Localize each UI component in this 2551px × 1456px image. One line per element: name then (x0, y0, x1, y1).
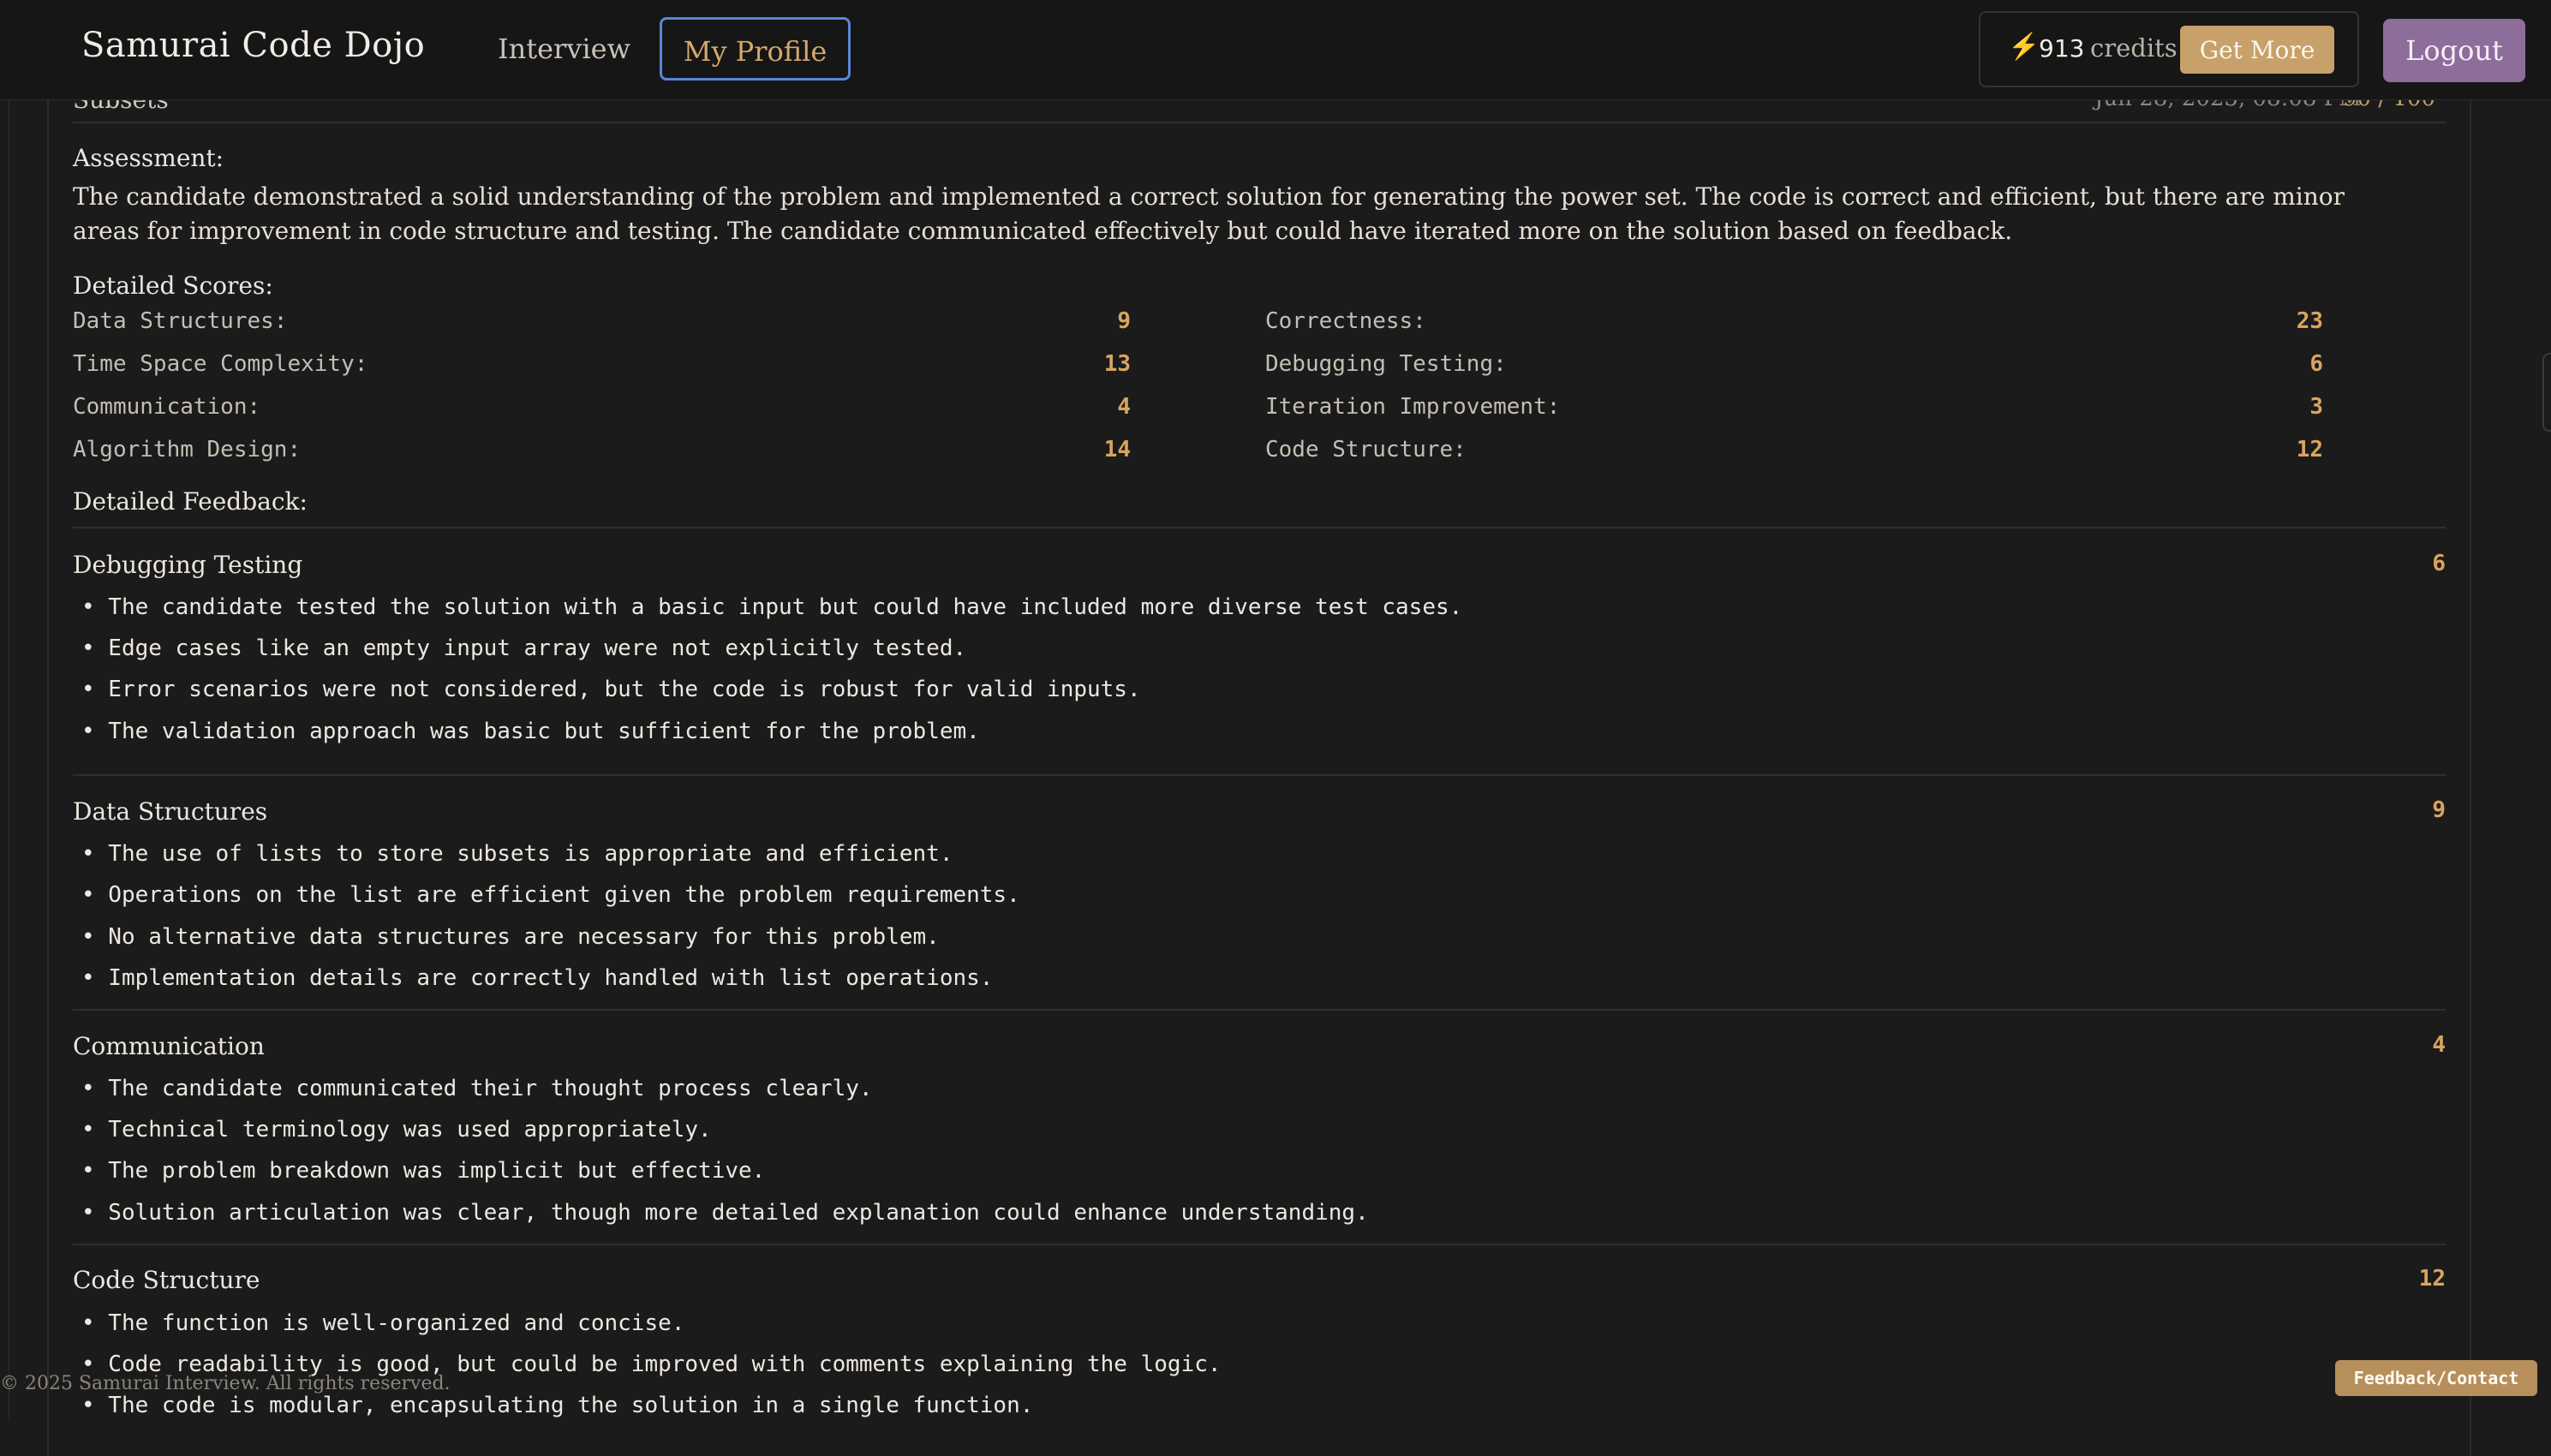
score-label: Code Structure: (1265, 437, 1467, 462)
logout-button[interactable]: Logout (2383, 19, 2525, 82)
feedback-item: • Operations on the list are efficient g… (81, 882, 1020, 908)
feedback-section-score: 4 (2432, 1032, 2446, 1058)
credits-label: credits (2090, 33, 2178, 63)
credits-amount: 913 (2039, 34, 2085, 63)
feedback-item: • No alternative data structures are nec… (81, 924, 940, 950)
feedback-item: • The problem breakdown was implicit but… (81, 1158, 766, 1184)
feedback-section-title: Code Structure (73, 1266, 260, 1294)
feedback-item: • The candidate tested the solution with… (81, 594, 1463, 620)
score-value: 4 (1117, 394, 1131, 420)
feedback-section-title: Debugging Testing (73, 551, 303, 579)
score-label: Iteration Improvement: (1265, 394, 1561, 420)
feedback-item: • Error scenarios were not considered, b… (81, 677, 1141, 702)
detailed-scores-label: Detailed Scores: (73, 272, 273, 300)
feedback-item: • The use of lists to store subsets is a… (81, 841, 953, 867)
nav-my-profile[interactable]: My Profile (660, 17, 851, 81)
feedback-section-score: 9 (2432, 797, 2446, 823)
score-label: Data Structures: (73, 308, 288, 334)
score-label: Algorithm Design: (73, 437, 302, 462)
divider (73, 1244, 2446, 1245)
lightning-icon: ⚡ (2008, 32, 2040, 62)
score-label: Communication: (73, 394, 261, 420)
feedback-item: • Edge cases like an empty input array w… (81, 636, 967, 661)
feedback-item: • The validation approach was basic but … (81, 719, 980, 744)
score-label: Time Space Complexity: (73, 351, 368, 377)
score-label: Correctness: (1265, 308, 1426, 334)
get-more-button[interactable]: Get More (2180, 26, 2334, 74)
score-label: Debugging Testing: (1265, 351, 1507, 377)
feedback-section-title: Communication (73, 1032, 265, 1060)
footer-copyright: © 2025 Samurai Interview. All rights res… (0, 1373, 451, 1394)
score-value: 3 (2309, 394, 2323, 420)
top-nav: Samurai Code Dojo Interview My Profile ⚡… (0, 0, 2551, 100)
feedback-item: • The function is well-organized and con… (81, 1310, 685, 1336)
feedback-item: • Implementation details are correctly h… (81, 965, 994, 991)
score-value: 13 (1103, 351, 1131, 377)
score-value: 6 (2309, 351, 2323, 377)
divider (73, 527, 2446, 528)
feedback-contact-button[interactable]: Feedback/Contact (2335, 1360, 2537, 1396)
feedback-section-score: 6 (2432, 551, 2446, 576)
credits-panel: ⚡ 913 credits Get More (1979, 11, 2359, 87)
score-value: 23 (2296, 308, 2323, 334)
feedback-item: • The candidate communicated their thoug… (81, 1076, 873, 1101)
brand-logo[interactable]: Samurai Code Dojo (81, 26, 425, 65)
score-value: 14 (1103, 437, 1131, 462)
interview-result-card (47, 86, 2471, 1456)
nav-interview[interactable]: Interview (472, 17, 656, 81)
feedback-section-score: 12 (2418, 1266, 2446, 1292)
assessment-text: The candidate demonstrated a solid under… (73, 182, 2345, 245)
feedback-item: • Technical terminology was used appropr… (81, 1117, 712, 1143)
feedback-section-title: Data Structures (73, 797, 268, 826)
divider (73, 774, 2446, 776)
score-value: 9 (1117, 308, 1131, 334)
detailed-feedback-label: Detailed Feedback: (73, 487, 308, 516)
feedback-item: • Solution articulation was clear, thoug… (81, 1200, 1369, 1226)
score-value: 12 (2296, 437, 2323, 462)
divider (73, 122, 2446, 123)
feedback-item: • The code is modular, encapsulating the… (81, 1393, 1034, 1418)
scrollbar-handle[interactable] (2542, 353, 2551, 432)
page-left-border (0, 99, 9, 1422)
divider (73, 1009, 2446, 1011)
assessment-label: Assessment: (73, 144, 224, 172)
